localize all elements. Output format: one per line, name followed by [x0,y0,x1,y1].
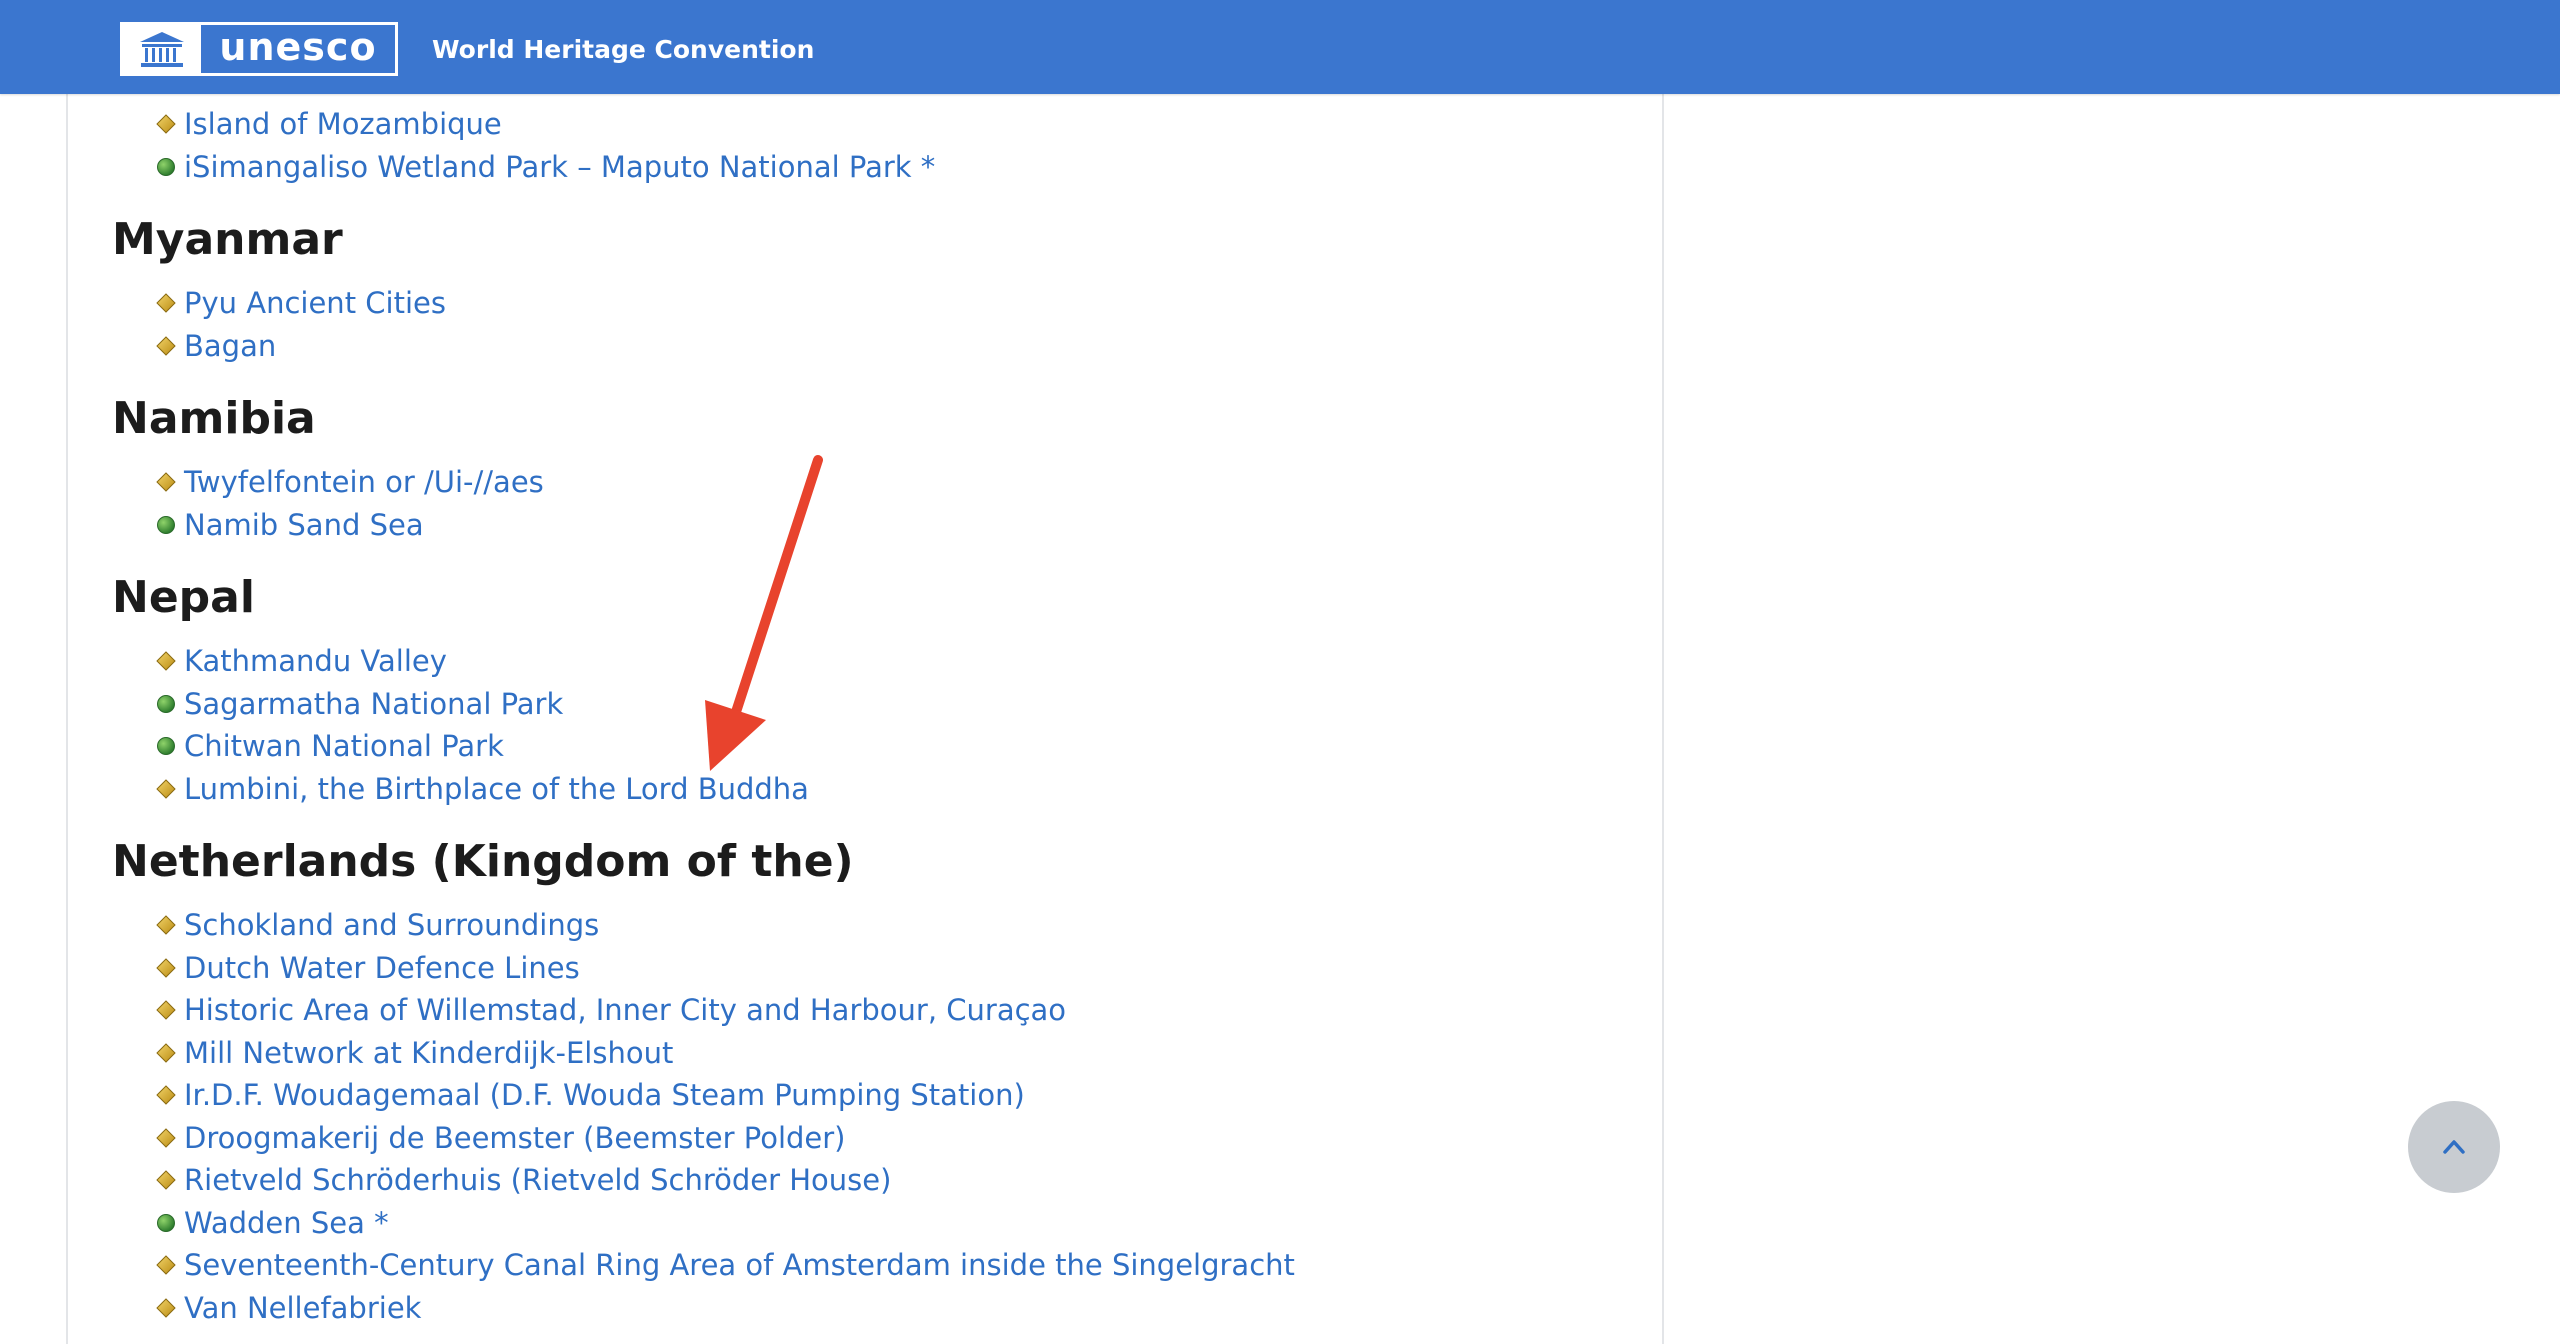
site-link[interactable]: Wadden Sea * [184,1206,389,1240]
list-item: Lumbini, the Birthplace of the Lord Budd… [156,768,809,810]
list-item: Mill Network at Kinderdijk-Elshout [156,1032,673,1074]
list-item: Island of Mozambique [156,103,502,145]
list-item: iSimangaliso Wetland Park – Maputo Natio… [156,146,935,188]
cultural-site-icon [156,778,176,799]
chevron-up-icon [2443,1140,2465,1154]
site-link[interactable]: Seventeenth-Century Canal Ring Area of A… [184,1248,1295,1282]
list-item: Namib Sand Sea [156,504,424,546]
cultural-site-icon [156,1127,176,1148]
site-link[interactable]: Kathmandu Valley [184,644,447,678]
site-link[interactable]: Mill Network at Kinderdijk-Elshout [184,1036,673,1070]
site-link[interactable]: Sagarmatha National Park [184,687,563,721]
site-link[interactable]: Historic Area of Willemstad, Inner City … [184,993,1066,1027]
cultural-site-icon [156,293,176,313]
country-heading: Nepal [112,572,255,623]
cultural-site-icon [156,1085,176,1105]
site-link[interactable]: Ir.D.F. Woudagemaal (D.F. Wouda Steam Pu… [184,1078,1025,1112]
site-link[interactable]: Island of Mozambique [184,107,502,141]
site-link[interactable]: Pyu Ancient Cities [184,286,446,320]
header-brand: unesco World Heritage Convention [120,19,814,79]
site-link[interactable]: Chitwan National Park [184,729,504,763]
cultural-site-icon [156,651,176,671]
cultural-site-icon [156,1170,176,1190]
cultural-site-icon [156,1255,176,1275]
site-link[interactable]: Van Nellefabriek [184,1291,421,1325]
list-item: Chitwan National Park [156,725,504,767]
logo-wordmark: unesco [219,25,377,69]
cultural-site-icon [156,114,176,134]
natural-site-icon [156,157,176,177]
site-link[interactable]: Namib Sand Sea [184,508,424,542]
list-item: Sagarmatha National Park [156,683,563,725]
site-link[interactable]: iSimangaliso Wetland Park – Maputo Natio… [184,150,935,184]
site-link[interactable]: Bagan [184,329,276,363]
cultural-site-icon [156,915,176,935]
list-item: Wadden Sea * [156,1202,389,1244]
temple-icon [123,25,201,73]
site-link[interactable]: Schokland and Surroundings [184,908,599,942]
list-item: Twyfelfontein or /Ui-//aes [156,461,544,503]
scroll-to-top-button[interactable] [2408,1101,2500,1193]
site-header: unesco World Heritage Convention [0,0,2560,94]
natural-site-icon [156,1213,176,1233]
cultural-site-icon [156,1297,176,1318]
site-link[interactable]: Twyfelfontein or /Ui-//aes [184,465,544,499]
list-item: Kathmandu Valley [156,640,447,682]
list-item: Droogmakerij de Beemster (Beemster Polde… [156,1117,846,1159]
site-link[interactable]: Rietveld Schröderhuis (Rietveld Schröder… [184,1163,891,1197]
list-item: Rietveld Schröderhuis (Rietveld Schröder… [156,1159,891,1201]
list-item: Bagan [156,325,276,367]
cultural-site-icon [156,957,176,978]
site-link[interactable]: Droogmakerij de Beemster (Beemster Polde… [184,1121,846,1155]
unesco-logo[interactable]: unesco [120,22,398,76]
site-link[interactable]: Lumbini, the Birthplace of the Lord Budd… [184,772,809,806]
list-item: Historic Area of Willemstad, Inner City … [156,989,1066,1031]
cultural-site-icon [156,472,176,492]
list-item: Ir.D.F. Woudagemaal (D.F. Wouda Steam Pu… [156,1074,1025,1116]
cultural-site-icon [156,1042,176,1063]
country-heading: Netherlands (Kingdom of the) [112,836,854,887]
site-link[interactable]: Dutch Water Defence Lines [184,951,580,985]
natural-site-icon [156,694,176,714]
list-item: Van Nellefabriek [156,1287,421,1329]
list-item: Schokland and Surroundings [156,904,599,946]
cultural-site-icon [156,335,176,356]
country-heading: Myanmar [112,214,343,265]
list-item: Seventeenth-Century Canal Ring Area of A… [156,1244,1295,1286]
natural-site-icon [156,515,176,535]
country-heading: Namibia [112,393,316,444]
list-item: Pyu Ancient Cities [156,282,446,324]
natural-site-icon [156,736,176,756]
site-title[interactable]: World Heritage Convention [432,35,814,64]
cultural-site-icon [156,1000,176,1020]
list-item: Dutch Water Defence Lines [156,947,580,989]
